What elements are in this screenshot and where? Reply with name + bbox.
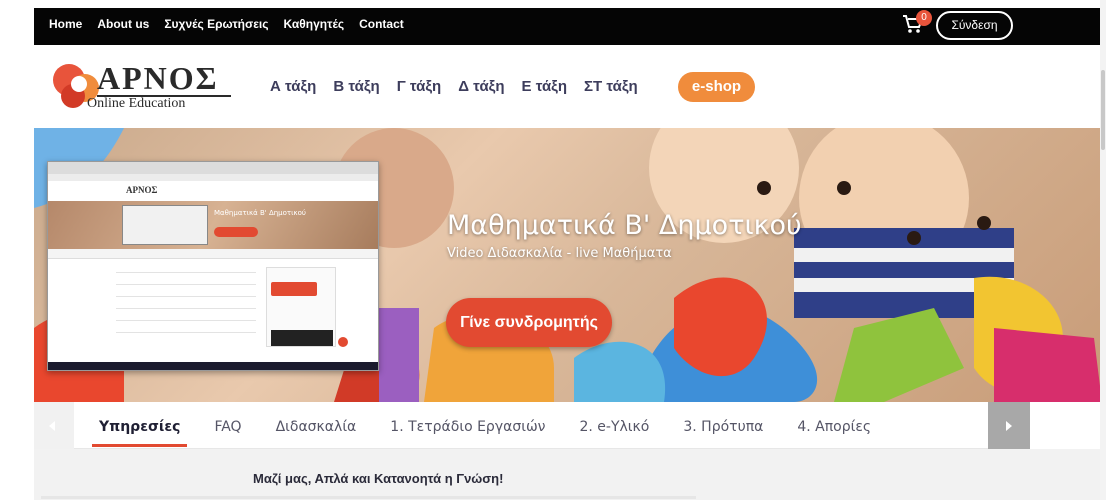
intro-text: Μαζί μας, Απλά και Κατανοητά η Γνώση! [253,471,504,486]
page: Home About us Συχνές Ερωτήσεις Καθηγητές… [0,0,1106,500]
grade-nav-d[interactable]: Δ τάξη [458,78,504,95]
hero-subtitle: Video Διδασκαλία - live Μαθήματα [447,246,672,261]
preview-hero-image [122,205,208,245]
scrollbar-thumb[interactable] [1101,70,1105,150]
grade-nav-st[interactable]: ΣΤ τάξη [584,78,638,95]
preview-browser-chrome [48,162,378,174]
tab-templates[interactable]: 3. Πρότυπα [683,419,763,435]
grade-nav: Α τάξη Β τάξη Γ τάξη Δ τάξη Ε τάξη ΣΤ τά… [270,78,638,95]
top-nav-home[interactable]: Home [49,17,82,31]
top-bar: Home About us Συχνές Ερωτήσεις Καθηγητές… [34,8,1103,45]
preview-sidebar [266,267,336,347]
subscribe-button[interactable]: Γίνε συνδρομητής [446,298,612,347]
preview-hero-button [214,227,258,237]
tabs: Υπηρεσίες FAQ Διδασκαλία 1. Τετράδιο Εργ… [91,419,871,447]
cart-button[interactable]: 0 [902,10,932,38]
eshop-button[interactable]: e-shop [678,72,755,102]
tab-teaching[interactable]: Διδασκαλία [276,419,357,435]
page-scrollbar[interactable] [1100,0,1106,500]
top-nav-teachers[interactable]: Καθηγητές [284,17,345,31]
preview-hero-title: Μαθηματικά Β' Δημοτικού [214,209,306,217]
preview-taskbar [48,362,378,370]
tab-workbook[interactable]: 1. Τετράδιο Εργασιών [390,419,545,435]
preview-row [116,277,256,285]
top-nav: Home About us Συχνές Ερωτήσεις Καθηγητές… [49,17,404,31]
preview-row [116,289,256,297]
preview-header: ΑΡΝΟΣ [48,181,378,201]
preview-bookmarks-bar [48,174,378,181]
preview-row [116,301,256,309]
tab-faq[interactable]: FAQ [214,419,241,435]
top-nav-faq[interactable]: Συχνές Ερωτήσεις [164,17,268,31]
preview-tabs [48,249,378,259]
top-nav-contact[interactable]: Contact [359,17,404,31]
chevron-right-icon[interactable] [988,402,1030,449]
preview-video [271,330,333,346]
preview-logo: ΑΡΝΟΣ [126,185,158,195]
hero-banner: ΑΡΝΟΣ Μαθηματικά Β' Δημοτικού Μαθηματικά… [34,128,1102,402]
preview-price-box [271,282,317,296]
logo-subtitle: Online Education [87,96,186,111]
login-button[interactable]: Σύνδεση [936,11,1013,40]
tab-services[interactable]: Υπηρεσίες [91,419,188,447]
logo-title: ΑΡΝΟΣ [97,60,219,96]
preview-body [48,259,378,354]
chevron-left-icon[interactable] [34,402,74,449]
tab-e-material[interactable]: 2. e-Υλικό [580,419,650,435]
grade-nav-e[interactable]: Ε τάξη [522,78,568,95]
preview-row [116,265,256,273]
preview-chat-badge [336,335,350,349]
preview-row [116,325,256,333]
website-preview-screenshot: ΑΡΝΟΣ Μαθηματικά Β' Δημοτικού [47,161,379,371]
grade-nav-c[interactable]: Γ τάξη [397,78,442,95]
top-nav-about[interactable]: About us [97,17,149,31]
tab-questions[interactable]: 4. Απορίες [797,419,871,435]
hero-title: Μαθηματικά Β' Δημοτικού [447,210,802,241]
logo[interactable]: ΑΡΝΟΣ Online Education [47,58,237,114]
grade-nav-b[interactable]: Β τάξη [333,78,379,95]
preview-row [116,313,256,321]
grade-nav-a[interactable]: Α τάξη [270,78,316,95]
intro-divider [41,496,696,499]
intro-band [34,449,1102,500]
cart-count-badge: 0 [916,10,932,26]
preview-hero: Μαθηματικά Β' Δημοτικού [48,201,378,249]
